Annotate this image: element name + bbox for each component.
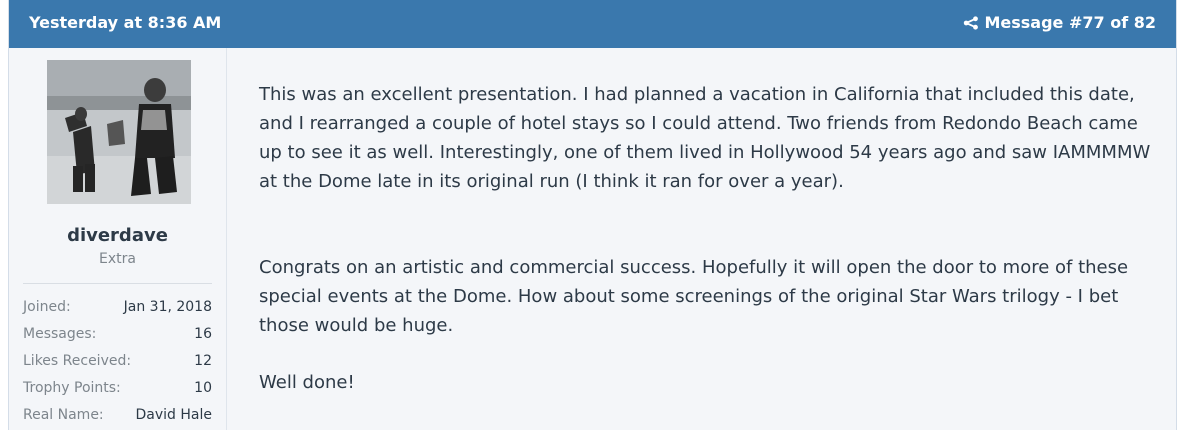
stat-joined: Joined: Jan 31, 2018 — [23, 299, 212, 326]
stat-trophy: Trophy Points: 10 — [23, 380, 212, 407]
stat-label: Messages: — [23, 326, 97, 342]
stat-value-link[interactable]: 10 — [194, 380, 212, 407]
username-link[interactable]: diverdave — [9, 225, 226, 246]
message-date-link[interactable]: Yesterday at 8:36 AM — [29, 13, 221, 32]
stat-value-link[interactable]: 16 — [194, 326, 212, 353]
stat-label: Likes Received: — [23, 353, 132, 369]
stat-likes: Likes Received: 12 — [23, 353, 212, 380]
user-title: Extra — [99, 251, 136, 267]
message-permalink[interactable]: Message #77 of 82 — [963, 13, 1156, 32]
message-paragraph: Well done! — [259, 372, 355, 393]
sidebar-divider — [23, 283, 212, 284]
share-icon — [964, 15, 979, 30]
stat-value: 12 — [194, 353, 212, 369]
avatar-photo — [47, 60, 191, 204]
message-header: Yesterday at 8:36 AM Message #77 of 82 — [9, 0, 1176, 48]
message-container: Yesterday at 8:36 AM Message #77 of 82 d… — [8, 0, 1177, 430]
message-paragraph: This was an excellent presentation. I ha… — [259, 84, 1151, 192]
user-sidebar: diverdave Extra Joined: Jan 31, 2018 Mes… — [9, 48, 227, 430]
stat-label: Joined: — [23, 299, 71, 315]
user-stats: Joined: Jan 31, 2018 Messages: 16 Likes … — [23, 299, 212, 434]
message-content: This was an excellent presentation. I ha… — [227, 48, 1176, 430]
stat-label: Trophy Points: — [23, 380, 121, 396]
stat-messages: Messages: 16 — [23, 326, 212, 353]
avatar[interactable] — [47, 60, 191, 204]
message-paragraph: Congrats on an artistic and commercial s… — [259, 257, 1129, 336]
stat-value: Jan 31, 2018 — [123, 299, 212, 315]
message-number-label: Message #77 of 82 — [984, 13, 1156, 32]
